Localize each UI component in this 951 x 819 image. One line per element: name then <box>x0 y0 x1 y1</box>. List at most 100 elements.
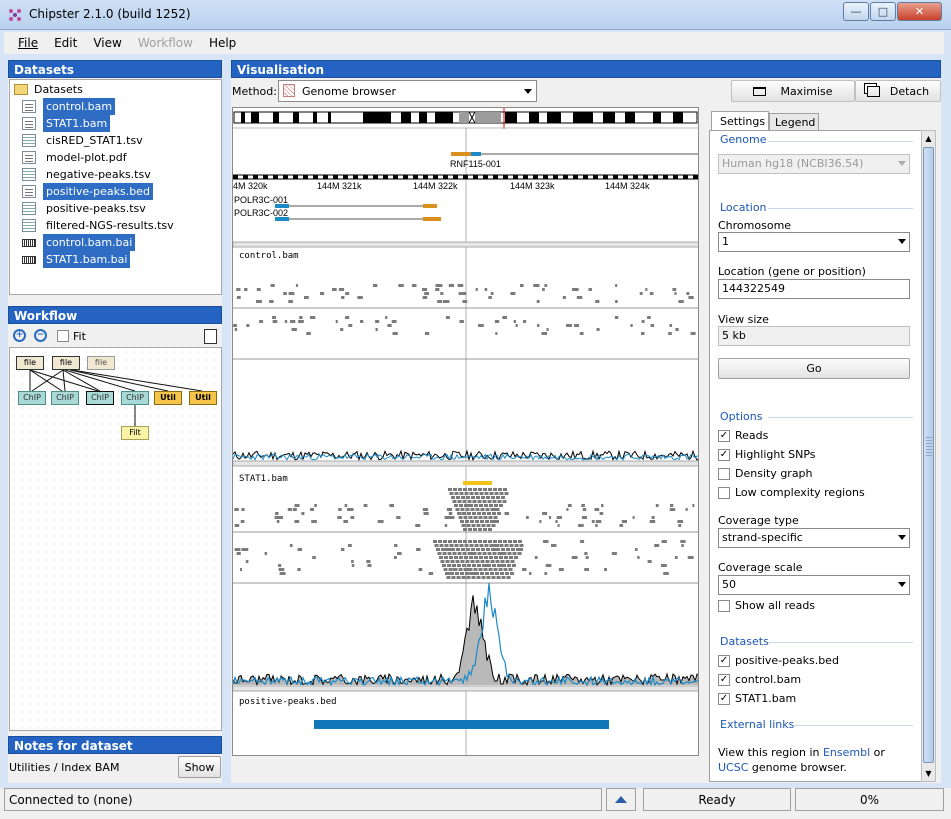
progress-indicator: 0% <box>795 788 944 811</box>
close-button[interactable]: ✕ <box>897 2 942 21</box>
chevron-down-icon <box>898 239 906 244</box>
dataset-item[interactable]: STAT1.bam.bai <box>22 251 131 268</box>
tab-settings[interactable]: Settings <box>711 111 769 131</box>
chromosome-select[interactable]: 1 <box>718 232 910 252</box>
dataset-item[interactable]: cisRED_STAT1.tsv <box>22 132 146 149</box>
scroll-up-icon[interactable]: ▲ <box>922 131 935 146</box>
coverage-type-select[interactable]: strand-specific <box>718 528 910 548</box>
workflow-node-file[interactable]: file <box>87 356 115 370</box>
menu-edit[interactable]: Edit <box>54 36 77 50</box>
dataset-item[interactable]: filtered-NGS-results.tsv <box>22 217 177 234</box>
document-icon <box>22 117 36 130</box>
divider <box>768 208 913 209</box>
workflow-header: Workflow <box>8 306 222 324</box>
workflow-node-chip[interactable]: ChIP <box>121 391 149 405</box>
option-label: Reads <box>735 429 769 442</box>
maximise-icon <box>753 86 767 96</box>
chevron-down-icon <box>524 89 532 94</box>
dataset-checkbox[interactable]: ✓ <box>718 674 730 686</box>
dataset-item[interactable]: positive-peaks.bed <box>22 183 153 200</box>
option-checkbox[interactable] <box>718 487 730 499</box>
minimize-button[interactable]: — <box>843 2 869 21</box>
dataset-checkbox[interactable]: ✓ <box>718 693 730 705</box>
external-text: genome browser. <box>751 761 847 774</box>
coverage-scale-select[interactable]: 50 <box>718 575 910 595</box>
zoom-in-icon[interactable]: + <box>13 329 26 342</box>
show-all-reads-checkbox[interactable] <box>718 600 730 612</box>
chromosome-label: Chromosome <box>718 219 792 232</box>
dataset-check-label: control.bam <box>735 673 802 686</box>
option-label: Density graph <box>735 467 813 480</box>
dataset-checkbox[interactable]: ✓ <box>718 655 730 667</box>
dataset-item[interactable]: STAT1.bam <box>22 115 111 132</box>
scroll-down-icon[interactable]: ▼ <box>922 766 935 781</box>
dataset-item[interactable]: control.bam.bai <box>22 234 136 251</box>
workflow-node-chip[interactable]: ChIP <box>18 391 46 405</box>
datasets-tree[interactable]: Datasets control.bam STAT1.bam cisRED_STAT… <box>9 79 222 295</box>
workflow-node-filt[interactable]: Filt <box>121 426 149 440</box>
tree-root-label: Datasets <box>34 83 83 96</box>
peak-region[interactable] <box>314 720 609 729</box>
genome-browser-canvas[interactable]: RNF115-001 4M 320k 144M 321k 144M 322k 1… <box>232 107 699 756</box>
workflow-node-util[interactable]: Util <box>154 391 182 405</box>
tree-root[interactable]: Datasets <box>14 81 83 98</box>
track-label-peaks: positive-peaks.bed <box>239 697 337 707</box>
document-icon <box>22 185 36 198</box>
expand-tasks-button[interactable] <box>606 788 636 811</box>
ensembl-link[interactable]: Ensembl <box>823 746 870 759</box>
ruler-label: 144M 322k <box>413 181 458 191</box>
dataset-item[interactable]: model-plot.pdf <box>22 149 130 166</box>
workflow-node-chip[interactable]: ChIP <box>51 391 79 405</box>
go-button[interactable]: Go <box>718 358 910 379</box>
workflow-node-file[interactable]: file <box>52 356 80 370</box>
detach-icon <box>866 85 880 97</box>
maximize-button[interactable]: □ <box>870 2 896 21</box>
menu-help[interactable]: Help <box>209 36 236 50</box>
dataset-item[interactable]: control.bam <box>22 98 116 115</box>
option-checkbox[interactable]: ✓ <box>718 449 730 461</box>
genome-browser-tracks: RNF115-001 4M 320k 144M 321k 144M 322k 1… <box>233 108 698 755</box>
dataset-item-label: filtered-NGS-results.tsv <box>46 219 174 232</box>
table-icon <box>22 168 36 181</box>
workflow-node-chip[interactable]: ChIP <box>86 391 114 405</box>
fit-checkbox[interactable] <box>57 330 69 342</box>
workflow-node-file[interactable]: file <box>16 356 44 370</box>
genome-select[interactable]: Human hg18 (NCBI36.54) <box>718 154 910 174</box>
chevron-down-icon <box>898 582 906 587</box>
visualisation-header: Visualisation <box>231 60 941 78</box>
workflow-node-util[interactable]: Util <box>189 391 217 405</box>
fit-label: Fit <box>73 330 86 343</box>
divider <box>768 642 913 643</box>
show-button[interactable]: Show <box>178 756 221 778</box>
coverage-scale-label: Coverage scale <box>718 561 803 574</box>
ucsc-link[interactable]: UCSC <box>718 761 748 774</box>
notes-text: Utilities / Index BAM <box>9 761 120 774</box>
dataset-item-label: positive-peaks.bed <box>43 183 153 200</box>
location-input[interactable]: 144322549 <box>718 279 910 299</box>
menu-view[interactable]: View <box>93 36 121 50</box>
dataset-item[interactable]: positive-peaks.tsv <box>22 200 149 217</box>
notes-header: Notes for dataset <box>8 736 222 754</box>
detach-button[interactable]: Detach <box>855 80 941 102</box>
dataset-item[interactable]: negative-peaks.tsv <box>22 166 154 183</box>
splitter-handle[interactable] <box>926 437 932 457</box>
method-select[interactable]: Genome browser <box>278 80 537 102</box>
menu-file[interactable]: File <box>18 36 38 50</box>
workflow-canvas[interactable]: file file file ChIP ChIP ChIP ChIP Util … <box>9 347 222 731</box>
dataset-item-label: control.bam.bai <box>43 234 136 251</box>
datasets-header: Datasets <box>8 60 222 78</box>
divider <box>768 417 913 418</box>
option-checkbox[interactable] <box>718 468 730 480</box>
workflow-menu-icon[interactable] <box>204 329 217 344</box>
method-value: Genome browser <box>302 85 396 98</box>
table-icon <box>22 202 36 215</box>
track-label-stat1: STAT1.bam <box>239 474 288 484</box>
option-checkbox[interactable]: ✓ <box>718 430 730 442</box>
show-all-reads-label: Show all reads <box>735 599 816 612</box>
menu-workflow[interactable]: Workflow <box>138 36 193 50</box>
maximise-button[interactable]: Maximise <box>731 80 855 102</box>
zoom-out-icon[interactable]: − <box>34 329 47 342</box>
chevron-down-icon <box>898 535 906 540</box>
tab-legend[interactable]: Legend <box>769 113 819 131</box>
dataset-item-label: STAT1.bam.bai <box>43 251 131 268</box>
